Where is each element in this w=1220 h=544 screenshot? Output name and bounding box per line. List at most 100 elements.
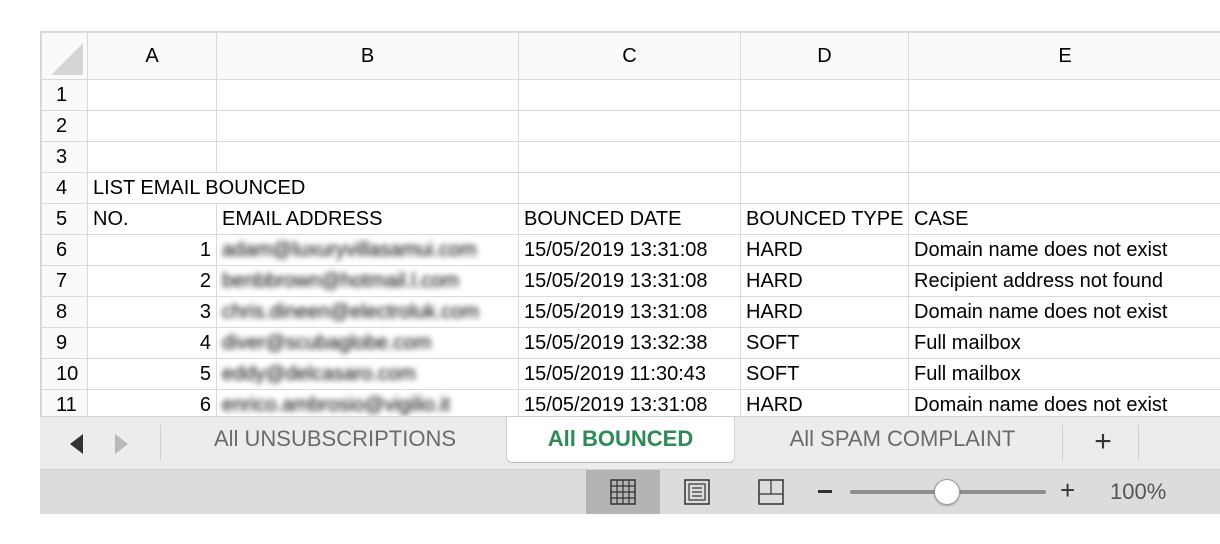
- cell-case[interactable]: Domain name does not exist: [908, 234, 1220, 266]
- tab-divider: [160, 425, 161, 461]
- table-row: 7 2 benbbrown@hotmail.l.com 15/05/2019 1…: [41, 265, 1220, 297]
- column-header-c[interactable]: C: [518, 32, 741, 80]
- column-header-row: A B C D E: [41, 32, 1220, 80]
- header-no[interactable]: NO.: [87, 203, 217, 235]
- header-bounced-type[interactable]: BOUNCED TYPE: [740, 203, 909, 235]
- cell-date[interactable]: 15/05/2019 13:31:08: [518, 265, 741, 297]
- column-header-b[interactable]: B: [216, 32, 519, 80]
- row-header[interactable]: 6: [41, 234, 88, 266]
- zoom-in-button[interactable]: +: [1060, 475, 1075, 505]
- table-row: 10 5 eddy@delcasaro.com 15/05/2019 11:30…: [41, 358, 1220, 390]
- tab-all-spam-complaint[interactable]: All SPAM COMPLAINT: [740, 417, 1065, 463]
- cell-a[interactable]: [87, 110, 217, 142]
- column-header-a[interactable]: A: [87, 32, 217, 80]
- row-header[interactable]: 11: [41, 389, 88, 417]
- cell-e[interactable]: [908, 172, 1220, 204]
- tab-divider: [1062, 425, 1063, 461]
- cell-d[interactable]: [740, 172, 909, 204]
- spreadsheet-grid[interactable]: A B C D E 1 2 3 4 LIST EMAIL BOUNCED 5 N…: [40, 31, 1220, 417]
- cell-type[interactable]: SOFT: [740, 358, 909, 390]
- status-bar: + 100%: [40, 470, 1220, 514]
- row-header[interactable]: 3: [41, 141, 88, 173]
- tab-all-unsubscriptions[interactable]: All UNSUBSCRIPTIONS: [165, 417, 505, 463]
- cell-no[interactable]: 4: [87, 327, 217, 359]
- cell-date[interactable]: 15/05/2019 13:32:38: [518, 327, 741, 359]
- cell-b[interactable]: [216, 110, 519, 142]
- tab-scroll-left-icon[interactable]: [70, 434, 83, 454]
- cell-b[interactable]: [216, 141, 519, 173]
- cell-email[interactable]: benbbrown@hotmail.l.com: [216, 265, 519, 297]
- add-sheet-button[interactable]: +: [1068, 422, 1138, 462]
- table-row: 9 4 diver@scubaglobe.com 15/05/2019 13:3…: [41, 327, 1220, 359]
- column-header-d[interactable]: D: [740, 32, 909, 80]
- cell-no[interactable]: 2: [87, 265, 217, 297]
- table-row: 3: [41, 141, 1220, 173]
- column-header-e[interactable]: E: [908, 32, 1220, 80]
- cell-b[interactable]: [216, 79, 519, 111]
- row-header[interactable]: 7: [41, 265, 88, 297]
- cell-date[interactable]: 15/05/2019 13:31:08: [518, 234, 741, 266]
- cell-d[interactable]: [740, 79, 909, 111]
- cell-no[interactable]: 1: [87, 234, 217, 266]
- cell-email[interactable]: enrico.ambrosio@vigilio.it: [216, 389, 519, 417]
- cell-no[interactable]: 6: [87, 389, 217, 417]
- table-row: 11 6 enrico.ambrosio@vigilio.it 15/05/20…: [41, 389, 1220, 417]
- tab-scroll-right-icon[interactable]: [115, 434, 128, 454]
- cell-type[interactable]: HARD: [740, 389, 909, 417]
- row-header[interactable]: 8: [41, 296, 88, 328]
- row-header[interactable]: 5: [41, 203, 88, 235]
- tab-all-bounced[interactable]: All BOUNCED: [506, 417, 735, 463]
- cell-type[interactable]: HARD: [740, 234, 909, 266]
- cell-type[interactable]: HARD: [740, 296, 909, 328]
- cell-d[interactable]: [740, 141, 909, 173]
- cell-email[interactable]: chris.dineen@electroluk.com: [216, 296, 519, 328]
- title-cell[interactable]: LIST EMAIL BOUNCED: [87, 172, 519, 204]
- cell-email[interactable]: eddy@delcasaro.com: [216, 358, 519, 390]
- cell-case[interactable]: Recipient address not found: [908, 265, 1220, 297]
- zoom-slider-thumb[interactable]: [934, 479, 960, 505]
- cell-date[interactable]: 15/05/2019 13:31:08: [518, 296, 741, 328]
- row-header[interactable]: 1: [41, 79, 88, 111]
- cell-d[interactable]: [740, 110, 909, 142]
- cell-a[interactable]: [87, 141, 217, 173]
- cell-a[interactable]: [87, 79, 217, 111]
- grid-view-icon: [610, 479, 636, 505]
- page-layout-icon: [684, 479, 710, 505]
- page-layout-view-button[interactable]: [660, 470, 734, 514]
- cell-e[interactable]: [908, 110, 1220, 142]
- cell-case[interactable]: Domain name does not exist: [908, 389, 1220, 417]
- header-email-address[interactable]: EMAIL ADDRESS: [216, 203, 519, 235]
- normal-view-button[interactable]: [586, 470, 660, 514]
- zoom-out-button[interactable]: [818, 490, 832, 493]
- page-break-view-button[interactable]: [734, 470, 808, 514]
- header-bounced-date[interactable]: BOUNCED DATE: [518, 203, 741, 235]
- cell-type[interactable]: HARD: [740, 265, 909, 297]
- cell-email[interactable]: adam@luxuryvillasamui.com: [216, 234, 519, 266]
- table-row: 2: [41, 110, 1220, 142]
- cell-c[interactable]: [518, 172, 741, 204]
- cell-case[interactable]: Domain name does not exist: [908, 296, 1220, 328]
- cell-type[interactable]: SOFT: [740, 327, 909, 359]
- select-all-corner[interactable]: [41, 32, 88, 80]
- header-case[interactable]: CASE: [908, 203, 1220, 235]
- cell-case[interactable]: Full mailbox: [908, 327, 1220, 359]
- cell-e[interactable]: [908, 79, 1220, 111]
- cell-c[interactable]: [518, 79, 741, 111]
- cell-e[interactable]: [908, 141, 1220, 173]
- cell-c[interactable]: [518, 110, 741, 142]
- cell-no[interactable]: 5: [87, 358, 217, 390]
- cell-case[interactable]: Full mailbox: [908, 358, 1220, 390]
- table-row: 4 LIST EMAIL BOUNCED: [41, 172, 1220, 204]
- table-row: 8 3 chris.dineen@electroluk.com 15/05/20…: [41, 296, 1220, 328]
- table-row: 6 1 adam@luxuryvillasamui.com 15/05/2019…: [41, 234, 1220, 266]
- cell-email[interactable]: diver@scubaglobe.com: [216, 327, 519, 359]
- row-header[interactable]: 4: [41, 172, 88, 204]
- row-header[interactable]: 10: [41, 358, 88, 390]
- row-header[interactable]: 2: [41, 110, 88, 142]
- page-break-icon: [758, 479, 784, 505]
- cell-date[interactable]: 15/05/2019 11:30:43: [518, 358, 741, 390]
- cell-c[interactable]: [518, 141, 741, 173]
- cell-date[interactable]: 15/05/2019 13:31:08: [518, 389, 741, 417]
- row-header[interactable]: 9: [41, 327, 88, 359]
- cell-no[interactable]: 3: [87, 296, 217, 328]
